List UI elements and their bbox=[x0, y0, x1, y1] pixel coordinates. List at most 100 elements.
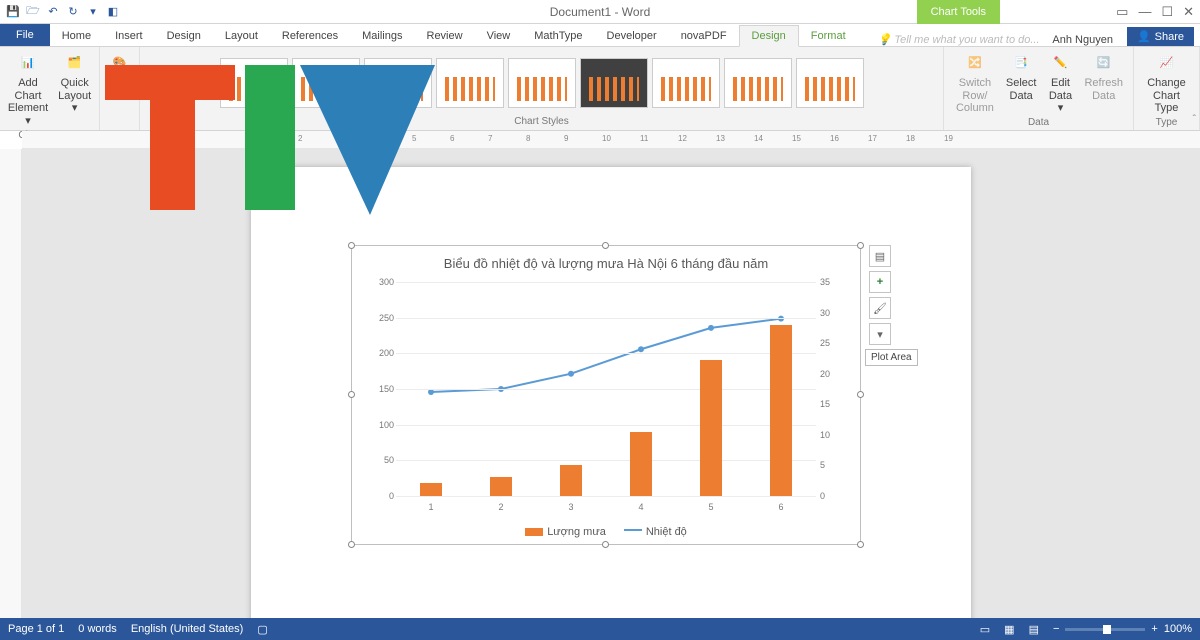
y-left-tick: 0 bbox=[366, 491, 394, 501]
tab-view[interactable]: View bbox=[475, 26, 523, 46]
vertical-ruler[interactable] bbox=[0, 149, 22, 618]
status-page[interactable]: Page 1 of 1 bbox=[8, 623, 64, 635]
chart-style-thumb[interactable] bbox=[508, 58, 576, 108]
tab-chart-format[interactable]: Format bbox=[799, 26, 858, 46]
category-label: 3 bbox=[560, 502, 582, 512]
redo-icon[interactable]: ↻ bbox=[66, 5, 80, 19]
macro-recording-icon[interactable]: ▢ bbox=[257, 623, 267, 636]
window-title: Document1 - Word bbox=[550, 5, 650, 19]
change-chart-type-button[interactable]: 📈 Change Chart Type bbox=[1140, 49, 1193, 117]
add-chart-element-icon: 📊 bbox=[14, 51, 42, 75]
legend-item-line[interactable]: Nhiệt độ bbox=[624, 526, 687, 538]
group-chart-styles: Chart Styles bbox=[140, 47, 944, 130]
open-icon[interactable]: 🗁 bbox=[26, 5, 40, 19]
collapse-ribbon-icon[interactable]: ˆ bbox=[1193, 114, 1196, 125]
layout-options-button[interactable]: ▤ bbox=[869, 245, 891, 267]
resize-handle[interactable] bbox=[348, 541, 355, 548]
horizontal-ruler[interactable]: 12345678910111213141516171819 bbox=[22, 131, 1200, 149]
chart-style-thumb[interactable] bbox=[292, 58, 360, 108]
chart-object[interactable]: Biểu đồ nhiệt độ và lượng mưa Hà Nội 6 t… bbox=[351, 245, 861, 545]
minimize-icon[interactable]: — bbox=[1138, 4, 1151, 20]
group-chart-layouts: 📊 Add Chart Element ▾ 🗂️ Quick Layout ▾ … bbox=[0, 47, 100, 130]
document-area[interactable]: Biểu đồ nhiệt độ và lượng mưa Hà Nội 6 t… bbox=[22, 149, 1200, 618]
chart-styles-button[interactable]: 🖌 bbox=[869, 297, 891, 319]
tab-review[interactable]: Review bbox=[415, 26, 475, 46]
chart-side-buttons: ▤ + 🖌 ▾ bbox=[869, 245, 891, 345]
resize-handle[interactable] bbox=[348, 242, 355, 249]
tab-design[interactable]: Design bbox=[155, 26, 213, 46]
ribbon-options-icon[interactable]: ▭ bbox=[1116, 4, 1128, 20]
view-print-layout-icon[interactable]: ▦ bbox=[1004, 623, 1014, 636]
tab-home[interactable]: Home bbox=[50, 26, 103, 46]
tab-novapdf[interactable]: novaPDF bbox=[669, 26, 739, 46]
select-data-button[interactable]: 📑 Select Data bbox=[1002, 49, 1041, 104]
zoom-slider[interactable]: − + 100% bbox=[1053, 623, 1192, 635]
bar[interactable] bbox=[770, 325, 792, 496]
chart-style-thumb[interactable] bbox=[652, 58, 720, 108]
tab-chart-design[interactable]: Design bbox=[739, 25, 799, 47]
resize-handle[interactable] bbox=[348, 391, 355, 398]
y-right-tick: 0 bbox=[820, 491, 844, 501]
chart-title[interactable]: Biểu đồ nhiệt độ và lượng mưa Hà Nội 6 t… bbox=[352, 246, 860, 275]
tab-mathtype[interactable]: MathType bbox=[522, 26, 594, 46]
bar[interactable] bbox=[420, 483, 442, 496]
resize-handle[interactable] bbox=[857, 242, 864, 249]
bar[interactable] bbox=[490, 477, 512, 496]
refresh-data-icon: 🔄 bbox=[1090, 51, 1118, 75]
tab-mailings[interactable]: Mailings bbox=[350, 26, 414, 46]
switch-row-column-icon: 🔀 bbox=[961, 51, 989, 75]
group-label-chart-styles: Chart Styles bbox=[514, 116, 568, 128]
tooltip-plot-area: Plot Area bbox=[865, 349, 918, 366]
tab-insert[interactable]: Insert bbox=[103, 26, 155, 46]
maximize-icon[interactable]: ☐ bbox=[1161, 4, 1173, 20]
tab-references[interactable]: References bbox=[270, 26, 350, 46]
edit-data-button[interactable]: ✏️ Edit Data ▾ bbox=[1042, 49, 1078, 117]
y-right-tick: 15 bbox=[820, 399, 844, 409]
group-data: 🔀 Switch Row/ Column 📑 Select Data ✏️ Ed… bbox=[944, 47, 1134, 130]
chart-style-thumb[interactable] bbox=[724, 58, 792, 108]
chart-style-thumb[interactable] bbox=[220, 58, 288, 108]
close-icon[interactable]: ✕ bbox=[1183, 4, 1194, 20]
tab-file[interactable]: File bbox=[0, 24, 50, 46]
customize-qat-icon[interactable]: ▾ bbox=[86, 5, 100, 19]
view-web-layout-icon[interactable]: ▤ bbox=[1029, 623, 1039, 636]
zoom-in-icon[interactable]: + bbox=[1151, 623, 1157, 635]
chart-style-thumb[interactable] bbox=[796, 58, 864, 108]
tell-me-search[interactable]: 💡 Tell me what you want to do... bbox=[858, 33, 1045, 46]
status-words[interactable]: 0 words bbox=[78, 623, 117, 635]
user-name[interactable]: Anh Nguyen bbox=[1044, 34, 1121, 46]
chart-styles-gallery[interactable] bbox=[216, 49, 868, 116]
tab-layout[interactable]: Layout bbox=[213, 26, 270, 46]
undo-icon[interactable]: ↶ bbox=[46, 5, 60, 19]
plot-area[interactable]: 05010015020025030005101520253035123456 bbox=[396, 282, 816, 496]
resize-handle[interactable] bbox=[602, 242, 609, 249]
page[interactable]: Biểu đồ nhiệt độ và lượng mưa Hà Nội 6 t… bbox=[251, 167, 971, 618]
resize-handle[interactable] bbox=[857, 541, 864, 548]
touch-mode-icon[interactable]: ◧ bbox=[106, 5, 120, 19]
tab-developer[interactable]: Developer bbox=[595, 26, 669, 46]
resize-handle[interactable] bbox=[857, 391, 864, 398]
legend-item-bar[interactable]: Lượng mưa bbox=[525, 526, 606, 538]
status-language[interactable]: English (United States) bbox=[131, 623, 244, 635]
resize-handle[interactable] bbox=[602, 541, 609, 548]
change-colors-button[interactable]: 🎨 bbox=[102, 49, 138, 79]
quick-layout-button[interactable]: 🗂️ Quick Layout ▾ bbox=[54, 49, 95, 117]
chart-style-thumb[interactable] bbox=[364, 58, 432, 108]
y-left-tick: 250 bbox=[366, 313, 394, 323]
bar[interactable] bbox=[700, 360, 722, 496]
add-chart-element-button[interactable]: 📊 Add Chart Element ▾ bbox=[4, 49, 52, 130]
chart-style-thumb[interactable] bbox=[580, 58, 648, 108]
y-right-tick: 35 bbox=[820, 277, 844, 287]
chart-filters-button[interactable]: ▾ bbox=[869, 323, 891, 345]
view-read-mode-icon[interactable]: ▭ bbox=[980, 623, 990, 636]
share-button[interactable]: 👤 Share bbox=[1127, 27, 1194, 46]
chart-elements-button[interactable]: + bbox=[869, 271, 891, 293]
zoom-level[interactable]: 100% bbox=[1164, 623, 1192, 635]
chart-legend[interactable]: Lượng mưa Nhiệt độ bbox=[352, 526, 860, 538]
zoom-out-icon[interactable]: − bbox=[1053, 623, 1059, 635]
bar[interactable] bbox=[560, 465, 582, 496]
chart-style-thumb[interactable] bbox=[436, 58, 504, 108]
group-change-colors: 🎨 bbox=[100, 47, 140, 130]
save-icon[interactable]: 💾 bbox=[6, 5, 20, 19]
bar[interactable] bbox=[630, 432, 652, 496]
